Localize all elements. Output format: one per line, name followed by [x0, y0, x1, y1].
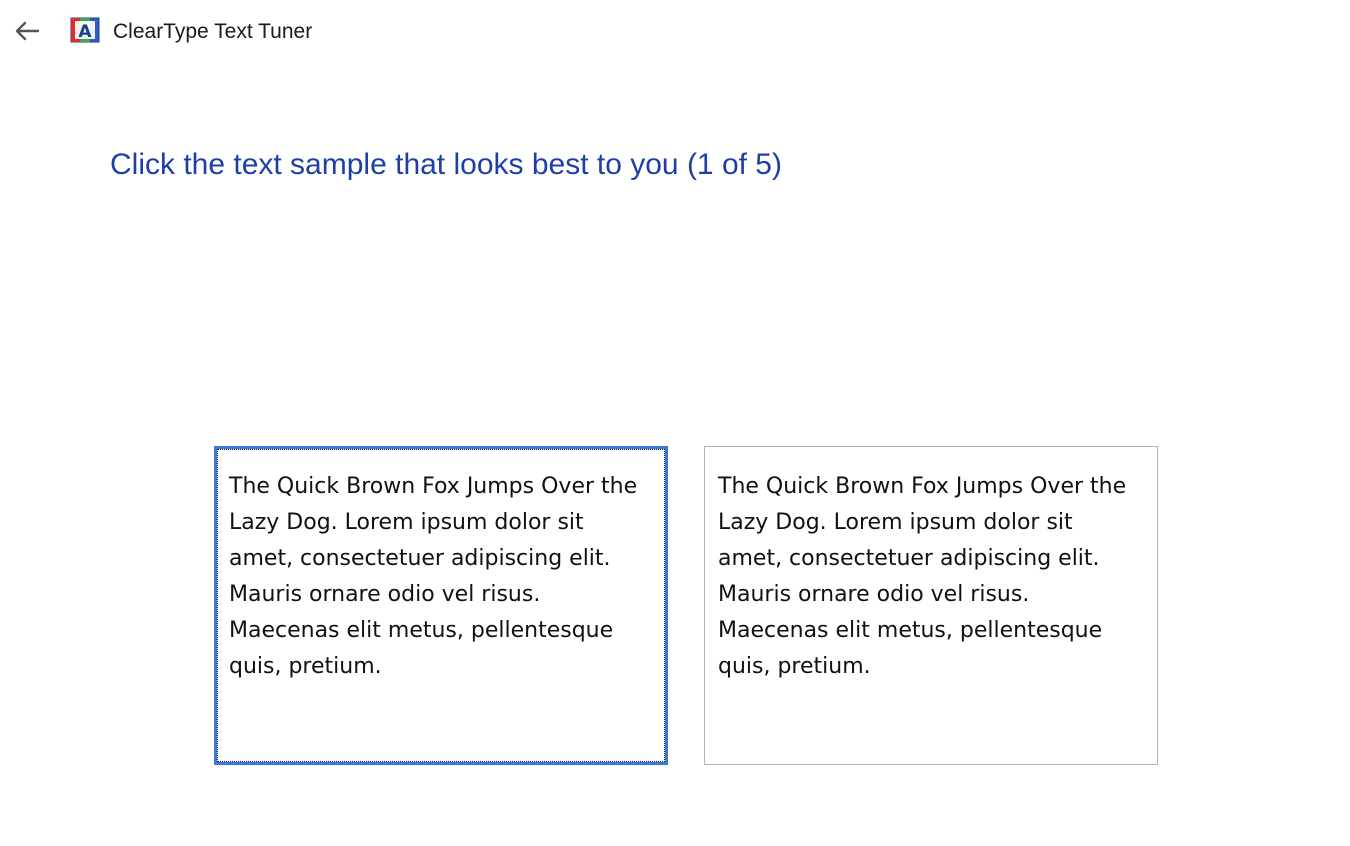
app-title: ClearType Text Tuner: [113, 20, 313, 43]
back-button[interactable]: [8, 14, 44, 48]
text-sample-2[interactable]: The Quick Brown Fox Jumps Over the Lazy …: [704, 446, 1158, 765]
instruction-heading: Click the text sample that looks best to…: [110, 148, 782, 181]
cleartype-app-icon: A: [70, 17, 100, 43]
svg-text:A: A: [78, 22, 92, 42]
sample-text: The Quick Brown Fox Jumps Over the Lazy …: [718, 474, 1127, 679]
sample-text: The Quick Brown Fox Jumps Over the Lazy …: [229, 474, 638, 679]
title-bar: A ClearType Text Tuner: [0, 0, 1350, 62]
back-arrow-icon: [15, 21, 40, 41]
text-sample-1[interactable]: The Quick Brown Fox Jumps Over the Lazy …: [214, 446, 668, 765]
